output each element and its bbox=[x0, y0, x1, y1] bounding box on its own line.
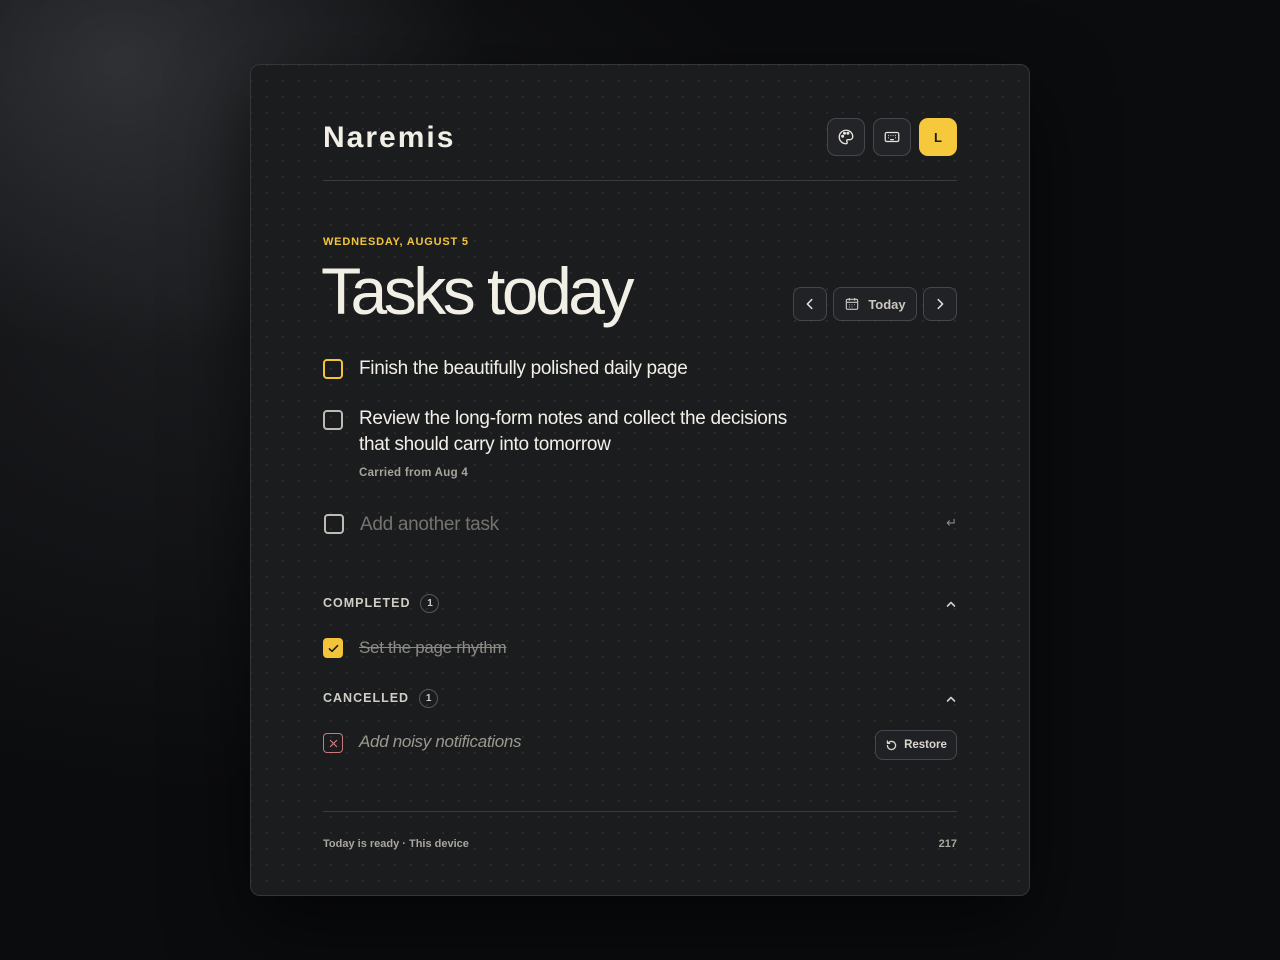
cancelled-count-badge: 1 bbox=[419, 688, 439, 708]
collapse-completed-chevron-up-icon[interactable] bbox=[945, 598, 957, 610]
check-icon bbox=[328, 644, 338, 652]
completed-task-text[interactable]: Set the page rhythm bbox=[359, 635, 507, 661]
task-checkbox[interactable] bbox=[323, 410, 343, 430]
previous-day-button[interactable] bbox=[793, 287, 827, 321]
date-label: WEDNESDAY, AUGUST 5 bbox=[323, 236, 469, 248]
footer-divider bbox=[323, 811, 957, 812]
app-header: Naremis L bbox=[323, 117, 957, 181]
task-carried-meta: Carried from Aug 4 bbox=[359, 467, 469, 479]
footer-count: 217 bbox=[938, 838, 957, 850]
completed-checkbox[interactable] bbox=[323, 638, 343, 658]
calendar-icon bbox=[846, 298, 859, 310]
chevron-left-icon bbox=[806, 298, 813, 310]
close-icon bbox=[329, 739, 337, 747]
task-text-line-2[interactable]: that should carry into tomorrow bbox=[359, 432, 611, 458]
avatar[interactable]: L bbox=[919, 118, 957, 156]
cancelled-label: CANCELLED bbox=[323, 691, 410, 705]
add-task-checkbox bbox=[324, 514, 344, 534]
completed-count-badge: 1 bbox=[420, 593, 440, 613]
restore-icon bbox=[886, 739, 897, 750]
add-task-input[interactable]: Add another task bbox=[360, 514, 499, 536]
today-label: Today bbox=[868, 296, 906, 312]
footer-status: Today is ready · This device bbox=[323, 838, 469, 850]
cancelled-checkbox[interactable] bbox=[323, 733, 343, 753]
cancelled-section-header[interactable]: CANCELLED 1 bbox=[323, 688, 439, 708]
chevron-right-icon bbox=[937, 298, 944, 310]
task-checkbox[interactable] bbox=[323, 359, 343, 379]
restore-button[interactable]: Restore bbox=[875, 730, 957, 760]
collapse-cancelled-chevron-up-icon[interactable] bbox=[945, 693, 957, 705]
palette-icon bbox=[838, 129, 854, 145]
next-day-button[interactable] bbox=[923, 287, 957, 321]
task-text-line-1[interactable]: Review the long-form notes and collect t… bbox=[359, 406, 787, 432]
app-card: Naremis L WEDNESDAY, AUGUST 5 Tasks toda… bbox=[250, 64, 1030, 896]
restore-label: Restore bbox=[904, 739, 947, 751]
task-text[interactable]: Finish the beautifully polished daily pa… bbox=[359, 356, 688, 382]
completed-label: COMPLETED bbox=[323, 596, 411, 610]
today-button[interactable]: Today bbox=[833, 287, 917, 321]
app-logo: Naremis bbox=[323, 121, 456, 154]
completed-section-header[interactable]: COMPLETED 1 bbox=[323, 593, 440, 613]
enter-key-icon: ↵ bbox=[946, 515, 957, 530]
theme-button[interactable] bbox=[827, 118, 865, 156]
keyboard-icon bbox=[884, 131, 900, 143]
page-title: Tasks today bbox=[321, 254, 635, 328]
cancelled-task-text: Add noisy notifications bbox=[359, 732, 522, 751]
keyboard-shortcuts-button[interactable] bbox=[873, 118, 911, 156]
